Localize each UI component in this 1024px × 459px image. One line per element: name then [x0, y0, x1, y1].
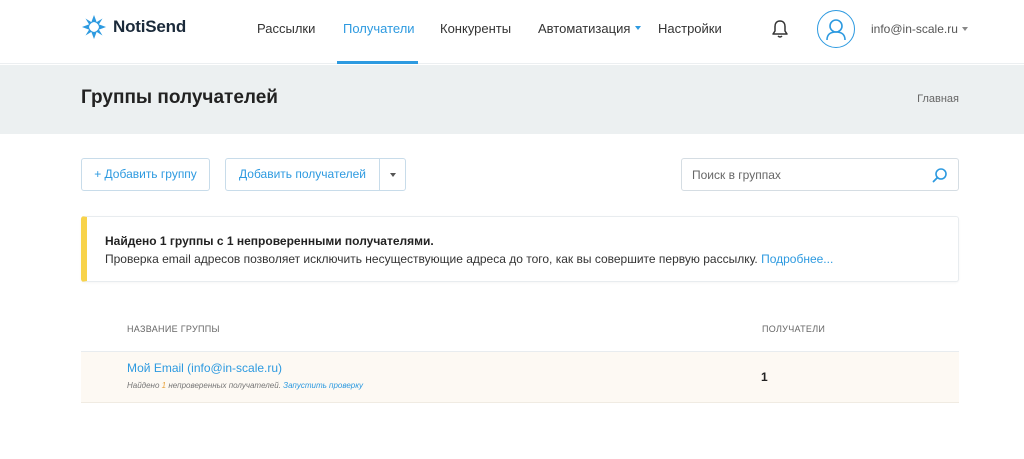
status-prefix: Найдено [127, 381, 160, 390]
notifications-button[interactable] [771, 19, 789, 44]
alert-message: Проверка email адресов позволяет исключи… [105, 252, 758, 266]
chevron-down-icon [635, 25, 642, 30]
nav-automation[interactable]: Автоматизация [538, 0, 642, 64]
search-input[interactable] [682, 159, 922, 190]
user-avatar-icon [826, 19, 846, 41]
run-check-link[interactable]: Запустить проверку [283, 381, 363, 390]
recipients-count: 1 [761, 370, 768, 384]
user-menu[interactable]: info@in-scale.ru [871, 22, 968, 36]
add-recipients-button[interactable]: Добавить получателей [225, 158, 380, 191]
alert-text: Проверка email адресов позволяет исключи… [105, 252, 833, 266]
group-search [681, 158, 959, 191]
avatar[interactable] [817, 10, 855, 48]
unverified-alert: Найдено 1 группы с 1 непроверенными полу… [81, 216, 959, 282]
nav-recipients[interactable]: Получатели [343, 0, 415, 64]
active-nav-indicator [337, 61, 418, 64]
logo[interactable]: NotiSend [81, 14, 186, 40]
chevron-down-icon [389, 172, 396, 177]
bell-icon [772, 20, 788, 38]
column-header-group-name[interactable]: НАЗВАНИЕ ГРУППЫ [127, 324, 220, 334]
logo-text: NotiSend [113, 17, 187, 36]
table-row[interactable]: Мой Email (info@in-scale.ru) Найдено 1 н… [81, 352, 959, 403]
notisend-logo-icon [82, 15, 106, 39]
nav-mailings[interactable]: Рассылки [257, 0, 315, 64]
search-button[interactable] [932, 167, 948, 188]
status-suffix: непроверенных получателей. [168, 381, 281, 390]
nav-settings[interactable]: Настройки [658, 0, 722, 64]
add-group-button[interactable]: + Добавить группу [81, 158, 210, 191]
alert-title: Найдено 1 группы с 1 непроверенными полу… [105, 234, 434, 248]
page-title: Группы получателей [81, 87, 278, 108]
alert-more-link[interactable]: Подробнее... [761, 252, 833, 266]
group-name-link[interactable]: Мой Email (info@in-scale.ru) [127, 361, 282, 375]
column-header-recipients[interactable]: ПОЛУЧАТЕЛИ [762, 324, 825, 334]
unverified-count: 1 [161, 381, 167, 390]
chevron-down-icon [961, 26, 968, 31]
search-icon [932, 168, 947, 183]
nav-automation-label: Автоматизация [538, 21, 631, 36]
breadcrumb-home[interactable]: Главная [917, 93, 959, 105]
add-recipients-dropdown-button[interactable] [379, 158, 406, 191]
top-header: NotiSend Рассылки Получатели Конкуренты … [0, 0, 1024, 64]
nav-competitors[interactable]: Конкуренты [440, 0, 511, 64]
user-email: info@in-scale.ru [871, 22, 958, 36]
group-status: Найдено 1 непроверенных получателей. Зап… [127, 381, 363, 390]
